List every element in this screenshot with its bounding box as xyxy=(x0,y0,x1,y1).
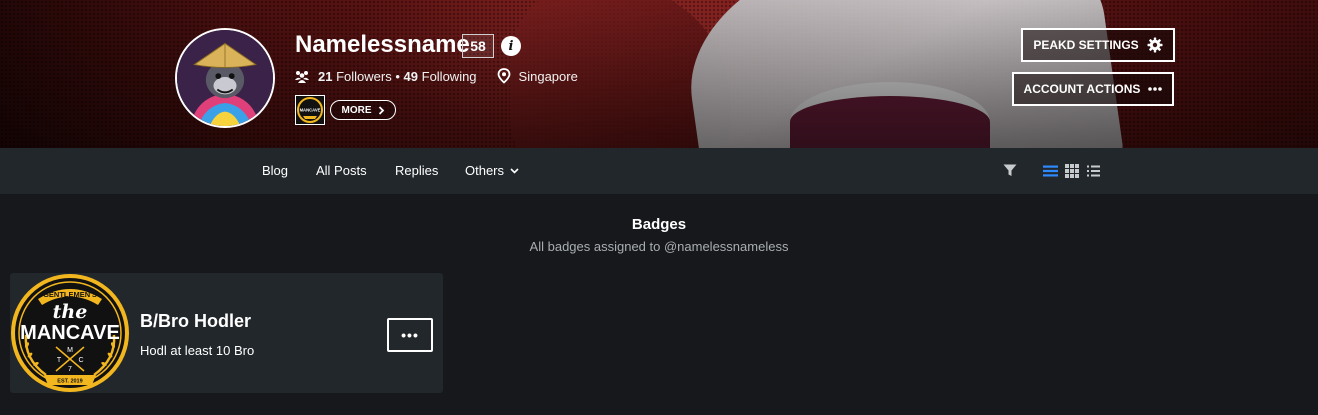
filter-icon xyxy=(1003,164,1017,176)
badge-card: GENTLEMEN'S the MANCAVE M T C 7 EST. 201… xyxy=(10,273,443,393)
profile-username: Namelessname xyxy=(295,31,470,58)
section-subtitle: All badges assigned to @namelessnameless xyxy=(529,239,789,254)
badge-description: Hodl at least 10 Bro xyxy=(140,343,255,358)
tab-replies[interactable]: Replies xyxy=(395,163,438,178)
chevron-down-icon xyxy=(510,167,519,174)
compact-list-icon xyxy=(1087,165,1100,177)
badge-top-text: GENTLEMEN'S xyxy=(43,290,97,299)
filter-button[interactable] xyxy=(1003,164,1017,177)
tab-others[interactable]: Others xyxy=(465,163,519,178)
badge-letter-m: M xyxy=(67,347,73,354)
avatar-image xyxy=(177,30,273,126)
profile-navbar: Blog All Posts Replies Others xyxy=(0,148,1318,194)
mancave-mini-badge[interactable]: MANCAVE xyxy=(295,95,325,125)
view-grid-button[interactable] xyxy=(1065,164,1079,178)
mancave-logo-icon: MANCAVE xyxy=(297,97,323,123)
badge-title: B/Bro Hodler xyxy=(140,311,252,331)
profile-location: Singapore xyxy=(497,68,578,84)
badge-letter-7: 7 xyxy=(68,366,72,373)
badge-menu-button[interactable]: ••• xyxy=(387,318,433,352)
view-compact-button[interactable] xyxy=(1087,165,1100,177)
more-horizontal-icon xyxy=(1148,87,1163,91)
badge-script-text: the xyxy=(53,301,88,323)
peakd-settings-label: PEAKD SETTINGS xyxy=(1033,38,1139,52)
gear-icon xyxy=(1147,37,1163,53)
map-pin-icon xyxy=(497,68,511,84)
followers-count[interactable]: 21 xyxy=(318,69,332,84)
profile-stats: 21 Followers • 49 Following Singapore xyxy=(294,68,578,84)
grid-view-icon xyxy=(1065,164,1079,178)
chevron-right-icon xyxy=(378,105,384,115)
tab-blog[interactable]: Blog xyxy=(262,163,288,178)
mancave-badge-image: GENTLEMEN'S the MANCAVE M T C 7 EST. 201… xyxy=(10,273,130,393)
badge-letter-t: T xyxy=(57,357,62,364)
location-text: Singapore xyxy=(518,68,578,84)
peakd-settings-button[interactable]: PEAKD SETTINGS xyxy=(1021,28,1175,62)
tab-all-posts[interactable]: All Posts xyxy=(316,163,367,178)
stats-separator: • xyxy=(395,68,400,84)
avatar[interactable] xyxy=(175,28,275,128)
more-horizontal-icon: ••• xyxy=(401,327,419,343)
following-count[interactable]: 49 xyxy=(404,69,418,84)
info-icon[interactable]: i xyxy=(501,36,521,56)
section-title: Badges xyxy=(631,216,687,233)
badge-letter-c: C xyxy=(78,357,83,364)
view-list-button[interactable] xyxy=(1043,165,1058,177)
account-actions-label: ACCOUNT ACTIONS xyxy=(1023,82,1141,96)
badge-est-text: EST. 2019 xyxy=(57,379,82,385)
followers-label[interactable]: Followers xyxy=(336,69,392,84)
users-icon xyxy=(294,70,310,83)
account-actions-button[interactable]: ACCOUNT ACTIONS xyxy=(1012,72,1174,106)
list-view-icon xyxy=(1043,165,1058,177)
svg-text:MANCAVE: MANCAVE xyxy=(300,108,321,113)
more-label: MORE xyxy=(341,104,372,116)
reputation-badge: 58 xyxy=(462,34,494,58)
more-button[interactable]: MORE xyxy=(330,100,396,120)
badge-main-text: MANCAVE xyxy=(20,322,120,344)
following-label[interactable]: Following xyxy=(422,69,477,84)
